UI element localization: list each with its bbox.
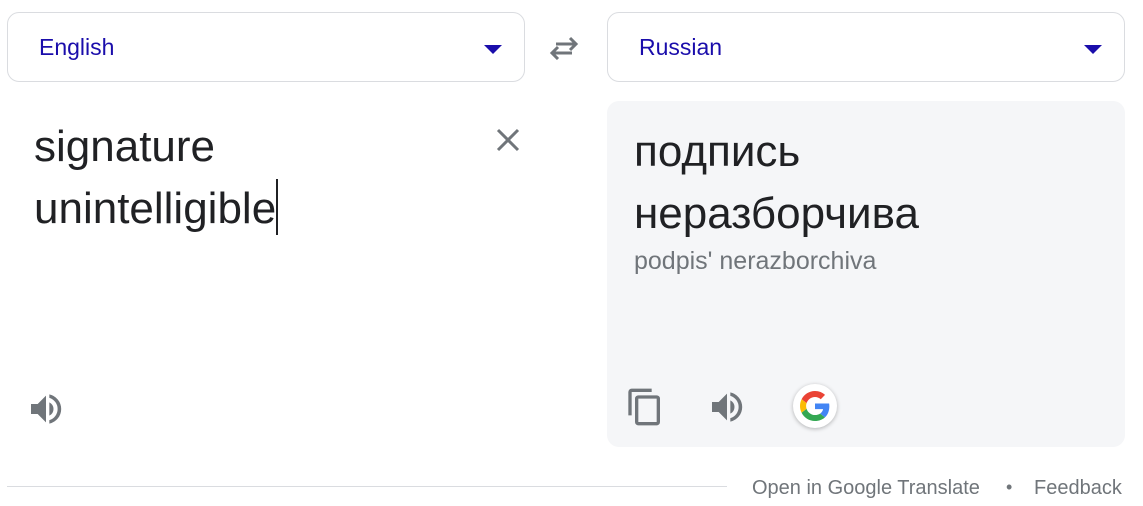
clear-text-button[interactable] [490, 122, 526, 158]
swap-languages-button[interactable] [544, 28, 584, 68]
speaker-icon [712, 392, 743, 422]
source-text-input[interactable]: signature unintelligible [34, 116, 474, 240]
translation-line-2: неразборчива [634, 189, 919, 238]
footer-divider [7, 486, 727, 487]
source-text-line-2: unintelligible [34, 178, 474, 240]
translation-line-1: подпись [634, 127, 801, 176]
text-cursor [276, 179, 279, 235]
copy-icon [628, 388, 660, 426]
target-dropdown-caret-icon [1084, 45, 1102, 54]
source-text-line-1: signature [34, 122, 216, 171]
target-language-select[interactable]: Russian [607, 12, 1125, 82]
target-language-label: Russian [639, 34, 723, 60]
source-language-label: English [39, 34, 115, 60]
open-in-google-translate-link[interactable]: Open in Google Translate [752, 477, 980, 500]
copy-translation-button[interactable] [625, 387, 665, 427]
feedback-link[interactable]: Feedback [1034, 477, 1122, 500]
translation-result-panel: подпись неразборчива podpis' nerazborchi… [607, 101, 1125, 447]
speaker-icon [31, 394, 62, 424]
listen-source-button[interactable] [26, 389, 66, 429]
source-dropdown-caret-icon [484, 45, 502, 54]
footer-separator: • [1006, 477, 1013, 497]
google-button[interactable] [793, 384, 837, 428]
google-g-icon [800, 391, 830, 421]
translation-text: подпись неразборчива [634, 121, 1104, 245]
listen-translation-button[interactable] [707, 387, 747, 427]
close-icon [496, 128, 520, 152]
source-language-select[interactable]: English [7, 12, 525, 82]
swap-arrows-icon [549, 36, 579, 60]
transliteration: podpis' nerazborchiva [634, 247, 877, 275]
